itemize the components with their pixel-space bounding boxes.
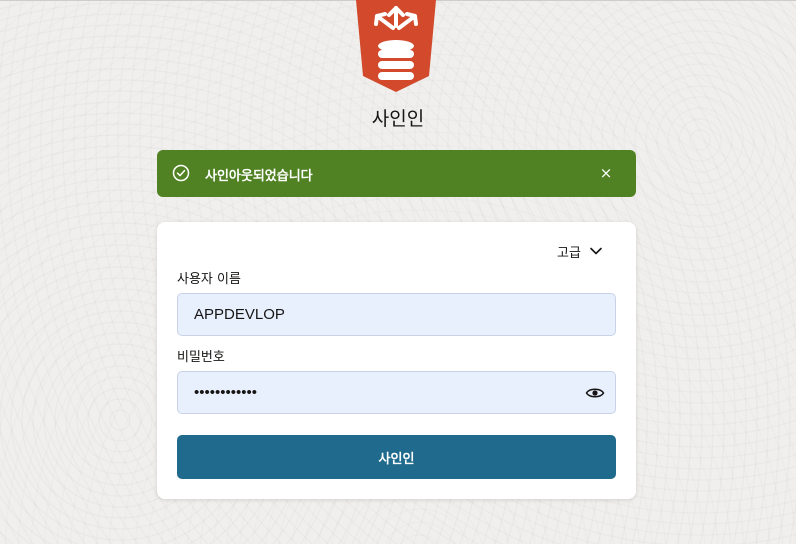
close-icon[interactable]: × [595,161,617,185]
advanced-label: 고급 [557,245,581,261]
check-circle-icon [172,164,190,182]
advanced-toggle[interactable]: 고급 [557,240,603,262]
app-logo [356,0,436,92]
username-label: 사용자 이름 [177,272,241,287]
chevron-down-icon [590,247,602,255]
password-label: 비밀번호 [177,350,225,365]
success-alert: 사인아웃되었습니다 × [157,150,636,197]
username-input[interactable] [177,293,616,336]
signin-form: 고급 사용자 이름 비밀번호 사인인 [157,222,636,499]
signin-button[interactable]: 사인인 [177,435,616,479]
eye-icon[interactable] [585,385,605,401]
password-input[interactable] [177,371,616,414]
page-title: 사인인 [371,108,425,130]
alert-message: 사인아웃되었습니다 [205,169,313,184]
